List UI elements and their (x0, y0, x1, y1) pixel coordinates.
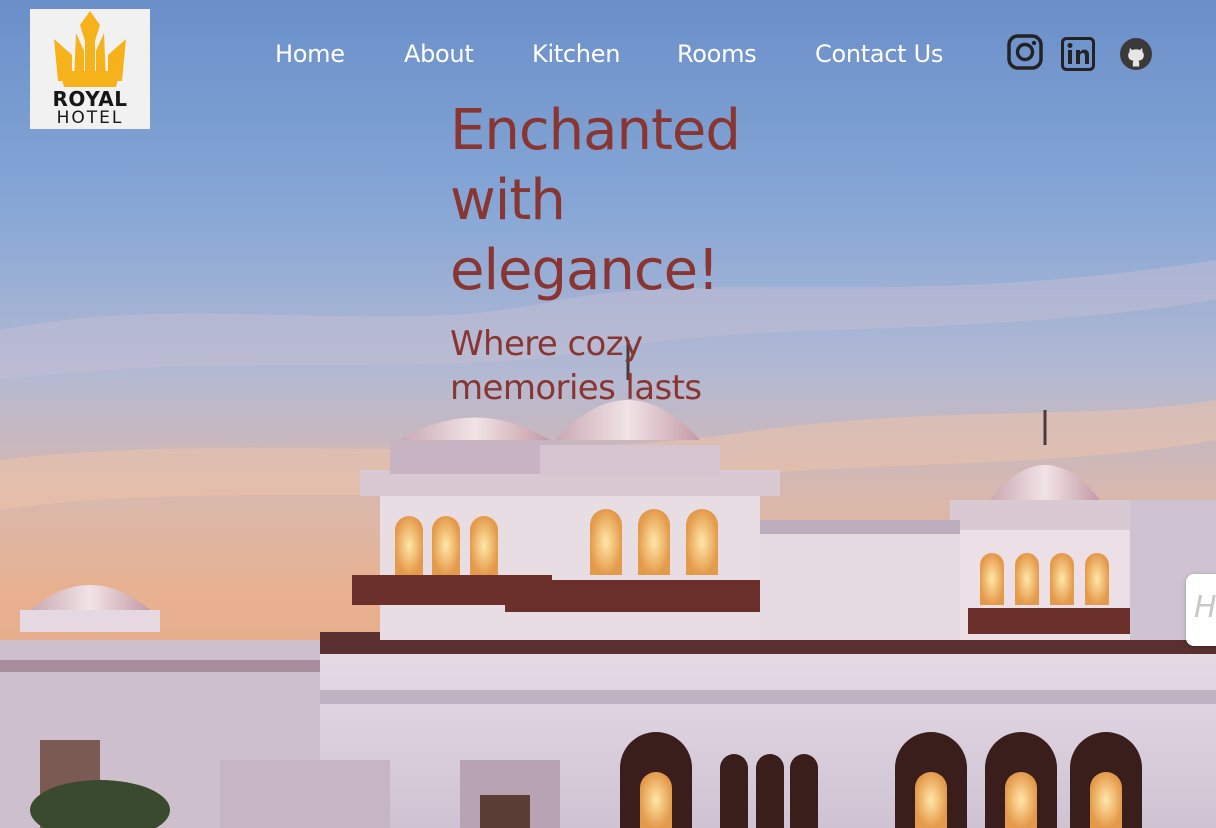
nav-about[interactable]: About (404, 36, 474, 72)
github-icon[interactable] (1119, 37, 1155, 73)
nav-home[interactable]: Home (275, 36, 345, 72)
nav-rooms[interactable]: Rooms (677, 36, 757, 72)
hero-headline: Enchanted with elegance! (450, 98, 741, 303)
logo-subtitle: HOTEL (56, 108, 124, 128)
linkedin-icon[interactable] (1061, 37, 1097, 73)
widget-glyph: H (1194, 590, 1216, 625)
nav-kitchen[interactable]: Kitchen (532, 36, 620, 72)
hero-subheadline: Where cozy memories lasts (450, 324, 702, 408)
instagram-icon[interactable] (1007, 34, 1043, 70)
nav-contact-us[interactable]: Contact Us (815, 36, 943, 72)
side-feedback-widget[interactable]: H (1186, 574, 1216, 646)
